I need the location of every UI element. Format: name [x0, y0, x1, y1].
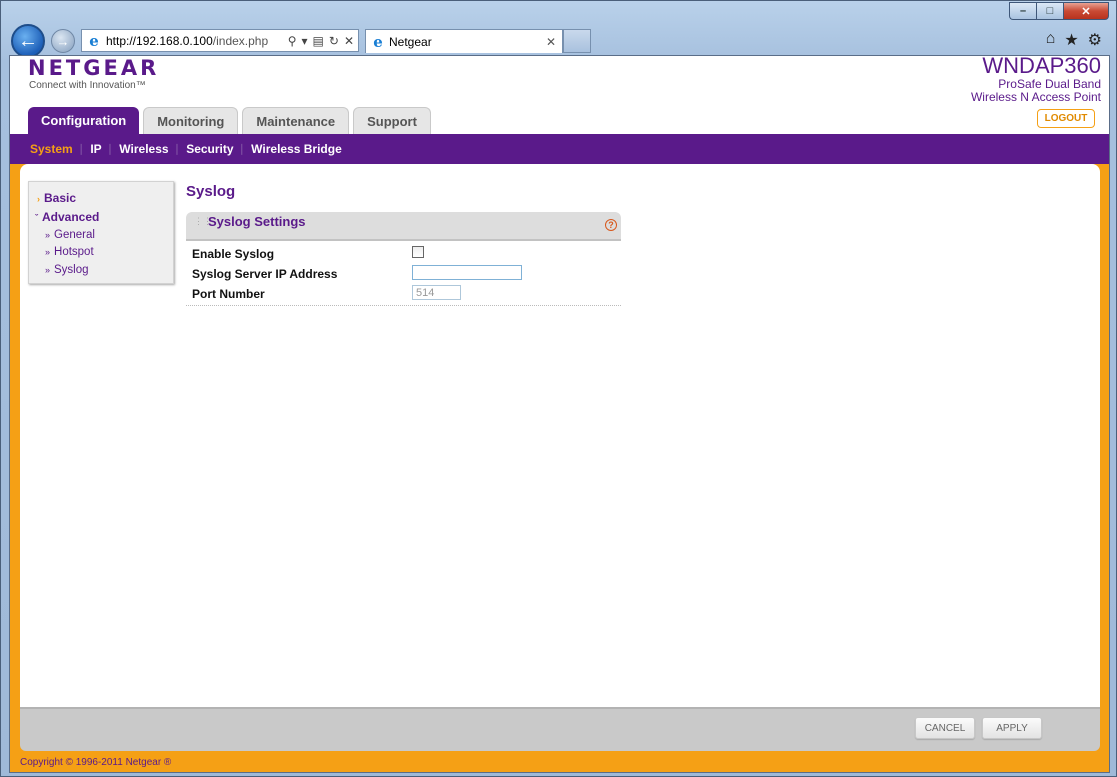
arrow-left-icon: ←: [18, 29, 38, 52]
maximize-button[interactable]: □: [1036, 2, 1063, 20]
stop-icon[interactable]: ✕: [344, 34, 354, 48]
tab-configuration[interactable]: Configuration: [28, 107, 140, 134]
subnav-wireless-bridge[interactable]: Wireless Bridge: [245, 142, 348, 156]
product-info: WNDAP360 ProSafe Dual Band Wireless N Ac…: [970, 55, 1101, 104]
gear-icon[interactable]: ⚙: [1088, 30, 1102, 50]
menu-item-syslog[interactable]: » Syslog: [45, 264, 89, 276]
browser-window: – □ ✕ ← → e http://192.168.0.100/index.p…: [0, 0, 1117, 777]
page-title: Syslog: [186, 183, 236, 200]
port-number-input[interactable]: [412, 285, 461, 300]
forward-button[interactable]: →: [51, 29, 75, 53]
url-path: /index.php: [212, 33, 269, 48]
logout-button[interactable]: LOGOUT: [1037, 109, 1095, 128]
cancel-button[interactable]: CANCEL: [915, 717, 975, 739]
sub-navigation: System │ IP │ Wireless │ Security │ Wire…: [10, 134, 1109, 164]
menu-advanced[interactable]: ˇ Advanced: [35, 210, 99, 224]
syslog-form: Enable Syslog Syslog Server IP Address P…: [186, 244, 621, 304]
menu-item-label: Hotspot: [54, 246, 94, 258]
left-menu: › Basic ˇ Advanced » General » Hotspot » Sysl…: [28, 181, 174, 284]
subnav-system[interactable]: System: [26, 142, 79, 156]
arrow-right-icon: →: [56, 33, 70, 49]
main-content: › Basic ˇ Advanced » General » Hotspot » Sysl…: [20, 164, 1100, 707]
back-button[interactable]: ←: [11, 24, 45, 58]
chevron-right-icon: ›: [37, 194, 40, 204]
address-tools: ⚲ ▾ ▤ ↻ ✕: [288, 34, 358, 48]
enable-syslog-label: Enable Syslog: [192, 247, 275, 261]
compatibility-icon[interactable]: ▤: [313, 34, 324, 48]
server-ip-input[interactable]: [412, 265, 522, 280]
product-desc-2: Wireless N Access Point: [970, 90, 1101, 104]
address-bar[interactable]: e http://192.168.0.100/index.php ⚲ ▾ ▤ ↻…: [81, 29, 359, 52]
tab-support[interactable]: Support: [353, 107, 431, 135]
apply-button[interactable]: APPLY: [982, 717, 1042, 739]
ie-page-icon: e: [89, 31, 99, 50]
browser-right-icons: ⌂ ★ ⚙: [1046, 30, 1102, 50]
new-tab-button[interactable]: [563, 29, 591, 53]
double-chevron-icon: »: [45, 230, 51, 240]
form-row-port: Port Number: [186, 284, 621, 304]
form-divider: [186, 305, 621, 306]
ie-tab-icon: e: [373, 32, 383, 51]
chevron-down-icon: ˇ: [35, 213, 38, 223]
enable-syslog-checkbox[interactable]: [412, 246, 424, 258]
action-bar: CANCEL APPLY: [20, 707, 1100, 751]
menu-item-general[interactable]: » General: [45, 229, 95, 241]
netgear-logo: NETGEAR: [28, 56, 160, 80]
close-tab-icon[interactable]: ✕: [546, 35, 556, 49]
tagline: Connect with Innovation™: [29, 80, 146, 91]
copyright: Copyright © 1996-2011 Netgear ®: [20, 757, 172, 768]
main-tabs: Configuration Monitoring Maintenance Sup…: [28, 107, 431, 135]
menu-advanced-label: Advanced: [42, 210, 100, 224]
server-ip-label: Syslog Server IP Address: [192, 267, 338, 281]
form-row-enable: Enable Syslog: [186, 244, 621, 264]
dropdown-icon[interactable]: ▾: [302, 34, 308, 48]
refresh-icon[interactable]: ↻: [329, 34, 339, 48]
search-icon[interactable]: ⚲: [288, 34, 297, 48]
double-chevron-icon: »: [45, 247, 51, 257]
close-window-button[interactable]: ✕: [1063, 2, 1109, 20]
menu-basic-label: Basic: [44, 191, 77, 205]
port-number-label: Port Number: [192, 287, 265, 301]
subnav-security[interactable]: Security: [180, 142, 239, 156]
subnav-wireless[interactable]: Wireless: [113, 142, 174, 156]
menu-basic[interactable]: › Basic: [37, 191, 76, 205]
section-header: ⋮⋮ Syslog Settings ?: [186, 212, 621, 241]
browser-tab[interactable]: e Netgear ✕: [365, 29, 563, 53]
home-icon[interactable]: ⌂: [1046, 30, 1056, 50]
tab-monitoring[interactable]: Monitoring: [143, 107, 239, 135]
product-model: WNDAP360: [982, 55, 1101, 78]
tab-title: Netgear: [389, 34, 432, 49]
tab-maintenance[interactable]: Maintenance: [242, 107, 350, 135]
section-title: Syslog Settings: [208, 214, 306, 229]
favorites-star-icon[interactable]: ★: [1064, 30, 1078, 50]
form-row-server-ip: Syslog Server IP Address: [186, 264, 621, 284]
menu-item-label: Syslog: [54, 264, 89, 276]
help-icon[interactable]: ?: [605, 219, 617, 231]
header: NETGEAR Connect with Innovation™ WNDAP36…: [10, 56, 1109, 136]
page-viewport: NETGEAR Connect with Innovation™ WNDAP36…: [9, 55, 1110, 773]
subnav-ip[interactable]: IP: [84, 142, 107, 156]
menu-item-label: General: [54, 229, 95, 241]
minimize-button[interactable]: –: [1009, 2, 1036, 20]
double-chevron-icon: »: [45, 265, 51, 275]
url-text: http://192.168.0.100/index.php: [106, 34, 268, 48]
menu-item-hotspot[interactable]: » Hotspot: [45, 246, 94, 258]
window-controls: – □ ✕: [1009, 2, 1109, 20]
url-host: http://192.168.0.100: [106, 33, 213, 48]
